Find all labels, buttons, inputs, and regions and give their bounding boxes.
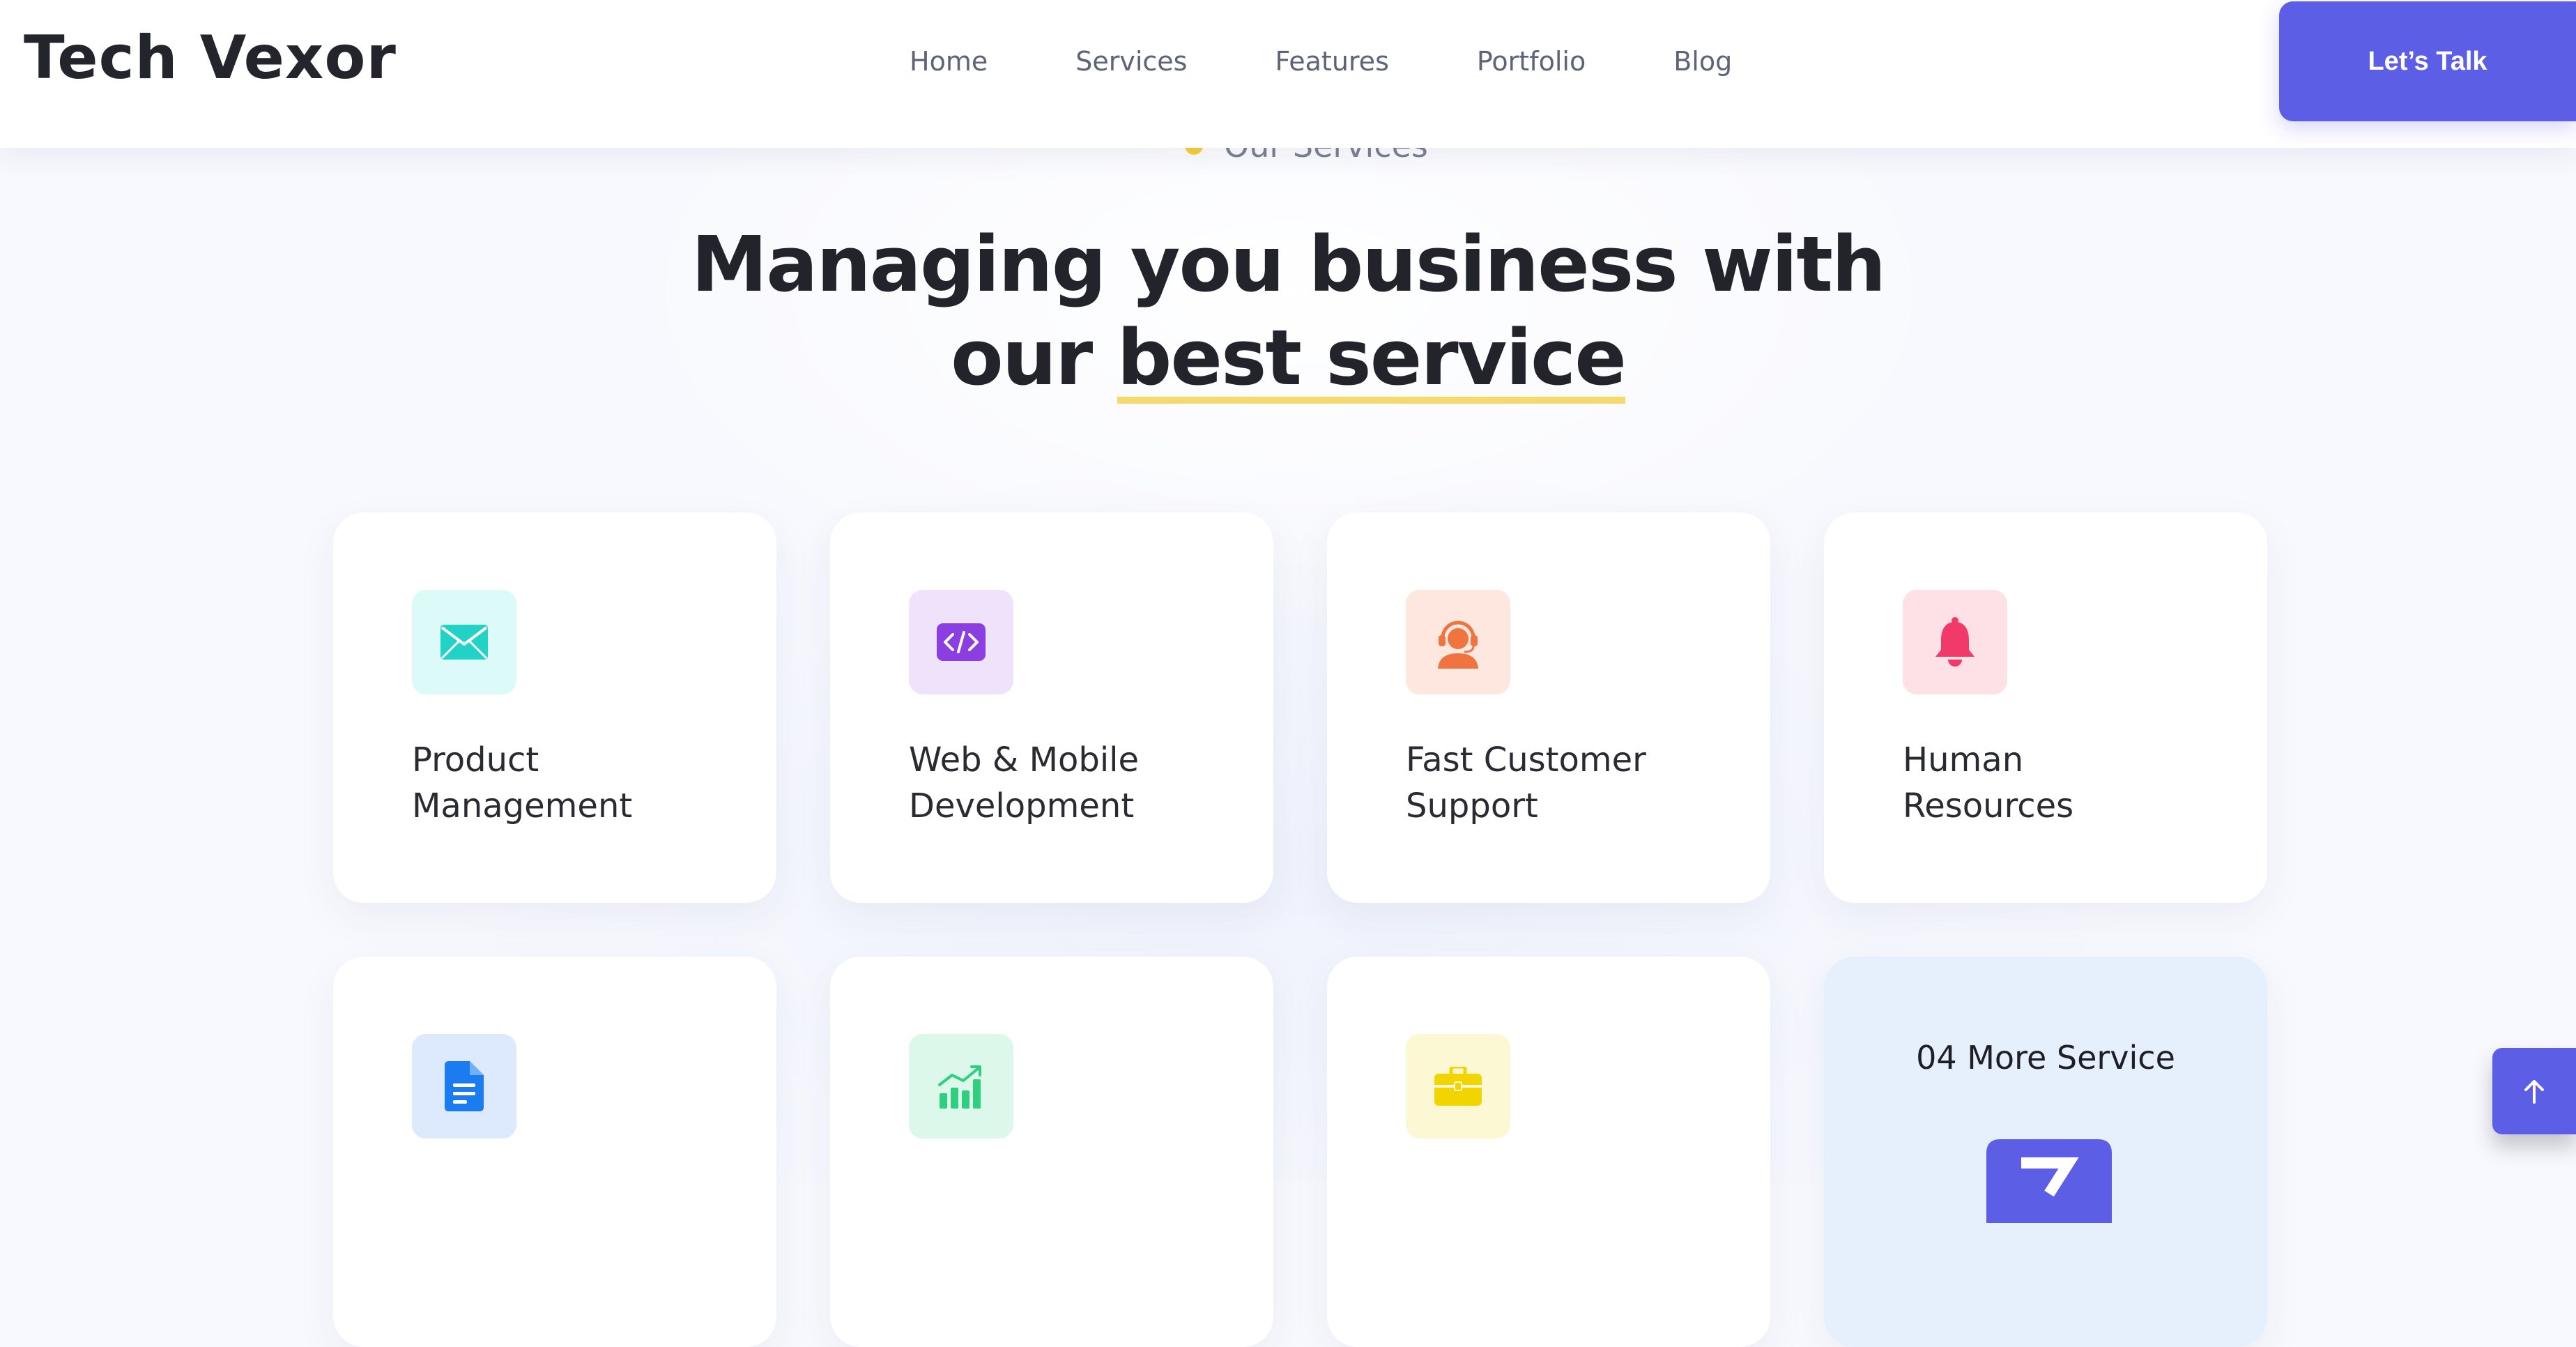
- nav-home[interactable]: Home: [910, 46, 988, 77]
- briefcase-icon: [1406, 1034, 1510, 1139]
- customer-support-icon: [1406, 590, 1510, 694]
- service-card-fast-customer-support[interactable]: Fast Customer Support: [1327, 512, 1770, 903]
- service-title: Fast Customer Support: [1406, 740, 1646, 825]
- nav-portfolio[interactable]: Portfolio: [1477, 46, 1586, 77]
- service-card-web-mobile-development[interactable]: Web & Mobile Development: [830, 512, 1273, 903]
- heading-highlight: best service: [1117, 313, 1627, 404]
- arrow-up-icon: [2524, 1080, 2544, 1104]
- arrow-icon[interactable]: [1986, 1139, 2112, 1223]
- nav-services[interactable]: Services: [1075, 46, 1187, 77]
- envelope-icon: [412, 590, 516, 694]
- service-card-product-management[interactable]: Product Management: [333, 512, 776, 903]
- site-logo[interactable]: Tech Vexor: [24, 28, 397, 88]
- site-header: Tech Vexor Home Services Features Portfo…: [0, 0, 2576, 148]
- nav-blog[interactable]: Blog: [1673, 46, 1732, 77]
- document-icon: [412, 1034, 516, 1139]
- service-title: Web & Mobile Development: [909, 740, 1140, 825]
- main-nav: Home Services Features Portfolio Blog: [910, 0, 1732, 123]
- bar-chart-icon: [909, 1034, 1013, 1139]
- service-card-document[interactable]: [333, 957, 776, 1347]
- lets-talk-button[interactable]: Let’s Talk: [2279, 1, 2576, 121]
- heading-line-1: Managing you business with: [691, 220, 1887, 309]
- service-title: Product Management: [412, 740, 633, 825]
- service-card-human-resources[interactable]: Human Resources: [1824, 512, 2267, 903]
- service-title: Human Resources: [1903, 740, 2074, 825]
- heading-line-2-prefix: our: [951, 313, 1117, 402]
- scroll-to-top-button[interactable]: [2492, 1048, 2576, 1134]
- service-card-business[interactable]: [1327, 957, 1770, 1347]
- bell-icon: [1903, 590, 2007, 694]
- code-icon: [909, 590, 1013, 694]
- section-heading: Managing you business with our best serv…: [591, 218, 1985, 404]
- more-services-text: 04 More Service: [1916, 1039, 2175, 1076]
- nav-features[interactable]: Features: [1275, 46, 1388, 77]
- more-services-card[interactable]: 04 More Service: [1824, 957, 2267, 1347]
- service-card-analytics[interactable]: [830, 957, 1273, 1347]
